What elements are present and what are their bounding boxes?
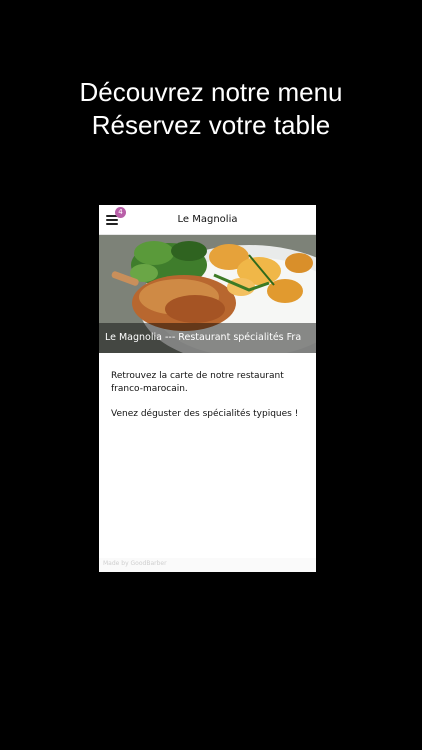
specialties-paragraph: Venez déguster des spécialités typiques … bbox=[111, 409, 299, 419]
app-bar: Le Magnolia 4 bbox=[99, 205, 316, 235]
promo-line-1: Découvrez notre menu bbox=[79, 77, 343, 107]
app-screen: Le Magnolia 4 Le Magnolia --- Restaurant… bbox=[99, 205, 316, 572]
hero-image: Le Magnolia --- Restaurant spécialités F… bbox=[99, 235, 316, 353]
promo-line-2: Réservez votre table bbox=[91, 110, 331, 140]
notification-badge: 4 bbox=[115, 207, 126, 218]
footer: Made by GoodBarber bbox=[99, 558, 316, 572]
app-title: Le Magnolia bbox=[177, 214, 238, 225]
footer-credit[interactable]: Made by GoodBarber bbox=[103, 560, 167, 567]
hero-caption: Le Magnolia --- Restaurant spécialités F… bbox=[105, 332, 302, 343]
intro-paragraph: Retrouvez la carte de notre restaurant f… bbox=[111, 371, 284, 394]
hero-caption-bar: Le Magnolia --- Restaurant spécialités F… bbox=[99, 323, 316, 353]
page-content: Retrouvez la carte de notre restaurant f… bbox=[111, 370, 311, 433]
promo-headline: Découvrez notre menu Réservez votre tabl… bbox=[0, 76, 422, 142]
